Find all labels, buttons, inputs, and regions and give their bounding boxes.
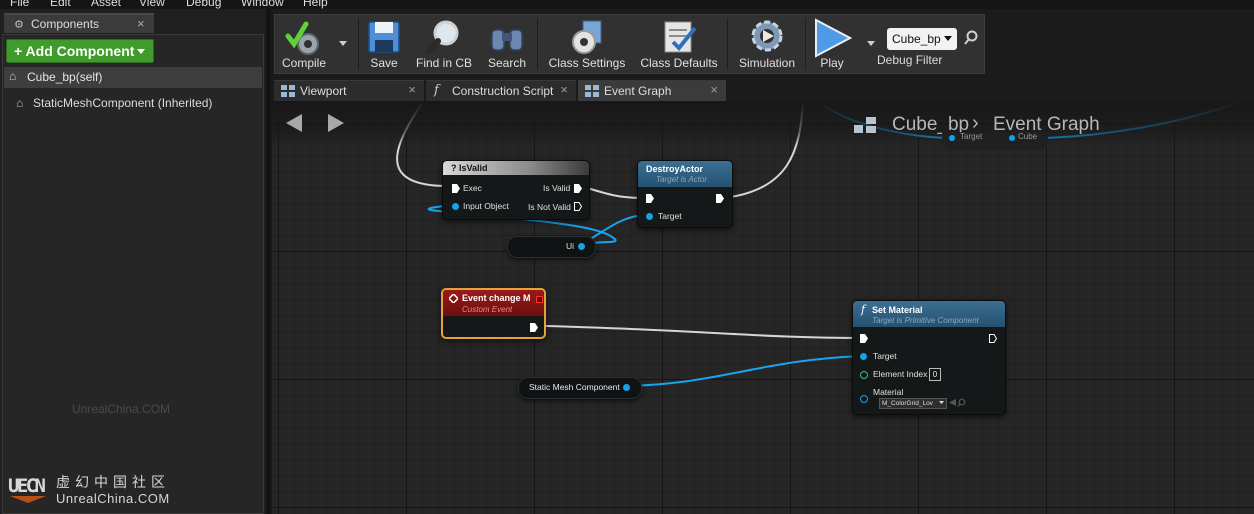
material-asset-select[interactable]: M_ColorGrid_Lov	[879, 398, 947, 409]
exec-out-pin-icon[interactable]	[716, 194, 724, 203]
browse-search-icon[interactable]	[957, 398, 966, 407]
ui-out-pin-dot[interactable]	[578, 243, 585, 250]
forward-arrow-icon[interactable]	[328, 114, 344, 132]
back-arrow-icon[interactable]	[286, 114, 302, 132]
target-pin-label: Target	[873, 351, 897, 361]
delegate-pin-icon[interactable]	[536, 296, 543, 303]
static-mesh-variable-label: Static Mesh Component	[529, 382, 620, 392]
element-index-pin-label: Element Index	[873, 369, 928, 379]
target-pin-dot[interactable]	[646, 213, 653, 220]
exec-pin-label: Exec	[463, 183, 482, 193]
set-material-subtitle: Target is Primitive Component	[872, 316, 979, 325]
pin-dot[interactable]	[1009, 135, 1015, 141]
destroy-actor-subtitle: Target is Actor	[656, 175, 707, 184]
exec-out-pin-icon[interactable]	[574, 202, 582, 211]
pin-dot[interactable]	[949, 135, 955, 141]
exec-in-pin-icon[interactable]	[860, 334, 868, 343]
exec-out-pin-icon[interactable]	[574, 184, 582, 193]
exec-in-pin-icon[interactable]	[452, 184, 460, 193]
function-icon: f	[861, 303, 866, 316]
ui-variable-node[interactable]: Ui	[507, 236, 596, 258]
exec-out-pin-icon[interactable]	[989, 334, 997, 343]
graph-wires	[396, 101, 1241, 387]
static-mesh-out-pin-dot[interactable]	[623, 384, 630, 391]
input-object-pin-dot[interactable]	[452, 203, 459, 210]
material-pin-ring[interactable]	[860, 395, 868, 403]
event-diamond-icon	[449, 294, 458, 303]
exec-out-pin-icon[interactable]	[530, 323, 538, 332]
custom-event-subtitle: Custom Event	[462, 305, 513, 314]
element-index-input[interactable]: 0	[929, 368, 941, 381]
use-selected-arrow-icon[interactable]	[949, 399, 956, 406]
custom-event-title: Event change M	[462, 293, 531, 303]
isvalid-node[interactable]: ? IsValid Exec Is Valid Input Object Is …	[442, 160, 590, 220]
isvalid-title: ? IsValid	[451, 163, 488, 173]
target-pin-dot[interactable]	[860, 353, 867, 360]
graph-header	[272, 101, 1254, 146]
graph-breadcrumb-icon	[854, 117, 876, 133]
material-asset-value: M_ColorGrid_Lov	[882, 400, 933, 407]
ui-variable-label: Ui	[566, 241, 575, 251]
set-material-title: Set Material	[872, 305, 923, 315]
exec-in-pin-icon[interactable]	[646, 194, 654, 203]
partial-node-target-pin: Target	[960, 132, 983, 141]
chevron-down-icon	[939, 401, 944, 404]
custom-event-node[interactable]: Event change M Custom Event	[441, 288, 546, 339]
is-valid-pin-label: Is Valid	[543, 183, 571, 193]
partial-node-cube-pin: Cube	[1018, 132, 1038, 141]
is-not-valid-pin-label: Is Not Valid	[528, 202, 571, 212]
partial-node[interactable]: Target Cube	[942, 132, 1048, 150]
static-mesh-variable-node[interactable]: Static Mesh Component	[518, 377, 642, 399]
set-material-node[interactable]: f Set Material Target is Primitive Compo…	[852, 300, 1006, 415]
destroy-actor-title: DestroyActor	[646, 164, 704, 174]
destroy-actor-node[interactable]: DestroyActor Target is Actor Target	[637, 160, 733, 228]
target-pin-label: Target	[658, 211, 682, 221]
material-pin-label: Material	[873, 387, 904, 397]
input-object-pin-label: Input Object	[463, 201, 509, 211]
element-index-pin-ring[interactable]	[860, 371, 868, 379]
